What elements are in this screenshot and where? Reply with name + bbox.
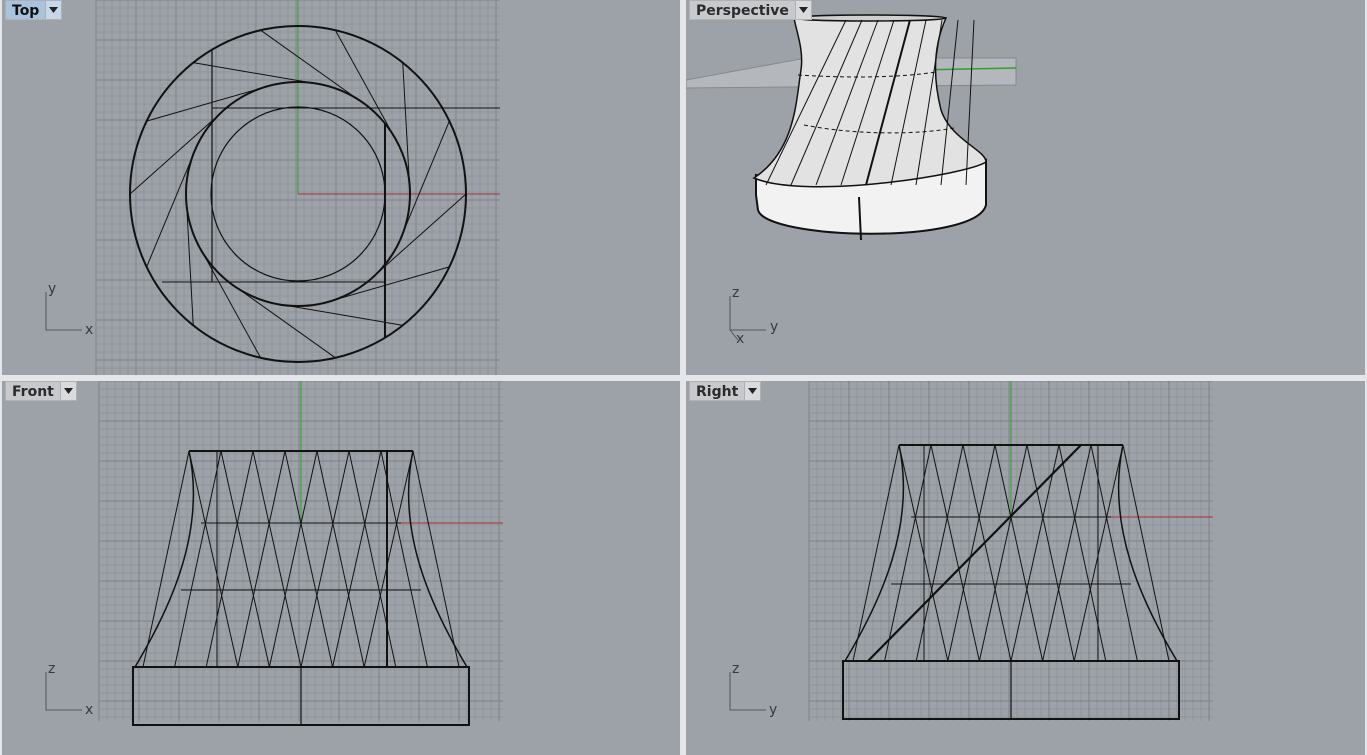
viewport-title-top[interactable]: Top (5, 0, 46, 20)
viewport-menu-front[interactable] (59, 381, 77, 401)
silhouette-left (134, 450, 195, 668)
viewport-tab-front[interactable]: Front (5, 381, 77, 401)
viewport-tab-perspective[interactable]: Perspective (689, 0, 812, 20)
axis-label-vertical: y (48, 281, 56, 297)
triangle-down-icon (748, 388, 758, 394)
ruling-line (367, 193, 467, 283)
viewport-title-right[interactable]: Right (689, 381, 745, 401)
viewport-tab-top[interactable]: Top (5, 0, 63, 20)
ruling-line (196, 242, 262, 359)
viewport-menu-top[interactable] (45, 0, 63, 20)
axis-icon-lines (45, 672, 82, 711)
axis-label-horizontal: x (85, 322, 93, 338)
right-view-canvas[interactable]: yz (686, 381, 1365, 755)
viewport-right[interactable]: yz Right (686, 381, 1365, 755)
ruling-line (412, 450, 460, 668)
axis-label-horizontal: y (770, 319, 778, 335)
hyperboloid-surface (752, 17, 987, 188)
triangle-down-icon (798, 7, 808, 13)
viewport-front[interactable]: xz Front (2, 381, 680, 755)
axis-label-horizontal: x (85, 702, 93, 718)
axis-label-vertical: z (732, 285, 739, 301)
viewport-menu-perspective[interactable] (794, 0, 812, 20)
ruling-line (142, 450, 190, 668)
viewport-title-perspective[interactable]: Perspective (689, 0, 795, 20)
ruling-line (272, 302, 403, 326)
viewport-top[interactable]: xy Top (2, 0, 680, 375)
axis-icon-lines (729, 672, 766, 711)
silhouette-right (407, 450, 468, 668)
viewport-tab-right[interactable]: Right (689, 381, 762, 401)
viewport-perspective[interactable]: y z x Perspective (686, 0, 1365, 375)
triangle-down-icon (63, 388, 73, 394)
viewport-title-front[interactable]: Front (5, 381, 60, 401)
axis-label-horizontal: y (769, 702, 777, 718)
axis-label-diagonal: x (736, 331, 744, 347)
axis-label-vertical: z (732, 661, 739, 677)
perspective-view-canvas[interactable]: y z x (686, 0, 1365, 375)
top-view-canvas[interactable]: xy (2, 0, 680, 375)
front-view-canvas[interactable]: xz (2, 381, 680, 755)
axis-label-vertical: z (48, 661, 55, 677)
ruling-line (174, 450, 222, 668)
ruling-line (129, 105, 229, 195)
top-rim-ellipse (793, 14, 947, 22)
ruling-line (146, 144, 198, 268)
triangle-down-icon (49, 7, 59, 13)
viewport-menu-right[interactable] (744, 381, 762, 401)
axis-icon-lines (45, 292, 82, 331)
